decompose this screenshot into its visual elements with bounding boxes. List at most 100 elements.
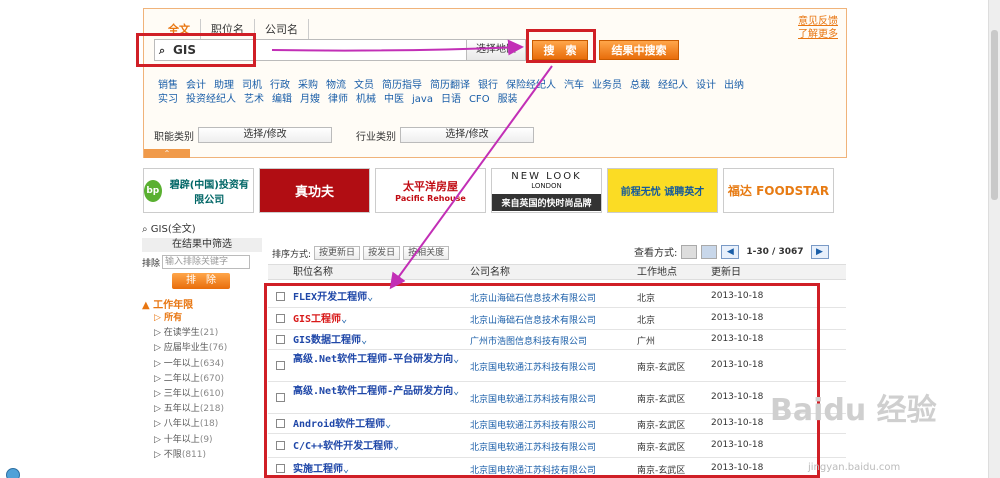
industry-category-select[interactable]: 选择/修改	[400, 127, 534, 143]
keyword-link[interactable]: 律师	[328, 94, 348, 105]
filter-option-label: 二年以上	[163, 373, 200, 384]
keyword-link[interactable]: 简历翻译	[430, 80, 470, 91]
filter-option-count: (634)	[199, 358, 225, 369]
filter-option[interactable]: ▷ 一年以上(634)	[142, 357, 262, 372]
keyword-link[interactable]: 物流	[326, 80, 346, 91]
query-text: GIS(全文)	[150, 224, 196, 235]
filter-arrow-icon: ▷	[154, 358, 164, 369]
grid-view-icon[interactable]	[681, 244, 698, 259]
scroll-thumb[interactable]	[991, 30, 998, 200]
filter-option-count: (610)	[199, 389, 225, 400]
exclude-label: 排除	[142, 258, 161, 269]
filter-option-count: (21)	[199, 328, 219, 339]
exclude-button[interactable]: 排 除	[172, 273, 230, 289]
filter-option[interactable]: ▷ 不限(811)	[142, 448, 262, 463]
keyword-link[interactable]: 业务员	[592, 80, 622, 91]
filter-option[interactable]: ▷ 八年以上(18)	[142, 417, 262, 432]
category-row: 职能类别 选择/修改 行业类别 选择/修改	[154, 127, 534, 143]
collapse-toggle[interactable]: ⌃	[144, 149, 190, 158]
keyword-link[interactable]: 简历指导	[382, 80, 422, 91]
keyword-link[interactable]: 文员	[354, 80, 374, 91]
sort-by-post-button[interactable]: 按发日	[363, 246, 401, 260]
keyword-link[interactable]: 中医	[384, 94, 404, 105]
feedback-link[interactable]: 意见反馈	[798, 15, 838, 28]
keyword-link[interactable]: 银行	[478, 80, 498, 91]
keyword-link[interactable]: 投资经纪人	[186, 94, 236, 105]
ad-banner-row: bp 碧辟(中国)投资有限公司 真功夫 太平洋房屋 Pacific Rehous…	[143, 168, 834, 213]
filter-arrow-icon: ▷	[154, 389, 164, 400]
bp-logo-icon: bp	[144, 179, 162, 202]
filter-option-count: (76)	[208, 343, 228, 354]
filter-option[interactable]: ▷ 二年以上(670)	[142, 372, 262, 387]
keyword-link[interactable]: 汽车	[564, 80, 584, 91]
keyword-link[interactable]: 经纪人	[658, 80, 688, 91]
keyword-link[interactable]: 实习	[158, 94, 178, 105]
exclude-input[interactable]: 输入排除关键字	[162, 255, 251, 269]
keyword-link[interactable]: 采购	[298, 80, 318, 91]
sort-bar: 排序方式: 按更新日 按发日 按相关度	[272, 246, 450, 260]
keyword-link[interactable]: 司机	[242, 80, 262, 91]
vertical-scrollbar[interactable]	[988, 0, 1000, 478]
sort-by-update-button[interactable]: 按更新日	[314, 246, 361, 260]
filter-arrow-icon: ▷	[154, 343, 164, 354]
ad-newlook-sub: LONDON	[531, 181, 562, 190]
keyword-link[interactable]: java	[412, 94, 433, 105]
keyword-link[interactable]: 保险经纪人	[506, 80, 556, 91]
filter-arrow-icon: ▷	[154, 434, 164, 445]
ad-bp[interactable]: bp 碧辟(中国)投资有限公司	[143, 168, 254, 213]
filter-option[interactable]: ▷ 十年以上(9)	[142, 433, 262, 448]
learn-more-link[interactable]: 了解更多	[798, 28, 838, 41]
filter-option-label: 不限	[163, 449, 182, 460]
filter-option[interactable]: ▷ 应届毕业生(76)	[142, 341, 262, 356]
next-page-button[interactable]: ▶	[810, 244, 829, 259]
job-category-select[interactable]: 选择/修改	[198, 127, 332, 143]
filter-section-title[interactable]: ▲ 工作年限	[142, 296, 262, 311]
keyword-link[interactable]: 编辑	[272, 94, 292, 105]
prev-page-button[interactable]: ◀	[721, 244, 740, 259]
filter-option[interactable]: ▷ 所有	[142, 311, 262, 326]
keyword-link[interactable]: CFO	[469, 94, 490, 105]
ad-bp-text: 碧辟(中国)投资有限公司	[169, 179, 249, 206]
keyword-link[interactable]: 出纳	[724, 80, 744, 91]
filter-option-count: (218)	[199, 404, 225, 415]
search-in-results-button[interactable]: 结果中搜索	[599, 40, 679, 60]
results-table-header: 职位名称 公司名称 工作地点 更新日	[268, 264, 846, 280]
keyword-link[interactable]: 总裁	[630, 80, 650, 91]
ad-kungfu[interactable]: 真功夫	[259, 168, 370, 213]
highlight-search-button	[526, 29, 596, 63]
filter-option[interactable]: ▷ 三年以上(610)	[142, 387, 262, 402]
keyword-link[interactable]: 行政	[270, 80, 290, 91]
ad-newlook-title: NEW LOOK	[511, 170, 582, 182]
ad-foodstar[interactable]: 福达 FOODSTAR	[723, 168, 834, 213]
keyword-link[interactable]: 设计	[696, 80, 716, 91]
ad-pacific-en: Pacific Rehouse	[395, 194, 466, 203]
ad-newlook[interactable]: NEW LOOK LONDON 来自英国的快时尚品牌	[491, 168, 602, 213]
keyword-link[interactable]: 机械	[356, 94, 376, 105]
col-location: 工作地点	[637, 267, 677, 278]
taskbar-app-icon[interactable]	[6, 468, 20, 478]
ad-51job[interactable]: 前程无忧 诚聘英才	[607, 168, 718, 213]
filter-option-label: 所有	[164, 313, 183, 323]
ad-pacific[interactable]: 太平洋房屋 Pacific Rehouse	[375, 168, 486, 213]
hot-keywords: 销售 会计 助理 司机 行政 采购 物流 文员 简历指导 简历翻译 银行 保险经纪人 汽车 业务员 总裁 经纪…	[158, 79, 778, 107]
exclude-row: 排除 输入排除关键字	[142, 255, 262, 269]
keyword-link[interactable]: 服装	[498, 94, 518, 105]
list-view-icon[interactable]	[701, 244, 718, 259]
keyword-link[interactable]: 会计	[186, 80, 206, 91]
sort-by-relevance-button[interactable]: 按相关度	[403, 246, 450, 260]
keyword-link[interactable]: 助理	[214, 80, 234, 91]
side-links: 意见反馈 了解更多	[798, 15, 838, 41]
select-area-button[interactable]: 选择地区	[466, 39, 526, 61]
keyword-link[interactable]: 日语	[441, 94, 461, 105]
keyword-link[interactable]: 销售	[158, 80, 178, 91]
filter-option[interactable]: ▷ 在读学生(21)	[142, 326, 262, 341]
filter-option-label: 十年以上	[163, 434, 200, 445]
filter-header: 在结果中筛选	[142, 238, 262, 252]
ad-pacific-cn: 太平洋房屋	[403, 180, 458, 193]
filter-option[interactable]: ▷ 五年以上(218)	[142, 402, 262, 417]
keyword-link[interactable]: 艺术	[244, 94, 264, 105]
filter-option-label: 八年以上	[163, 419, 200, 430]
keyword-link[interactable]: 月嫂	[300, 94, 320, 105]
filter-panel: 在结果中筛选 排除 输入排除关键字 排 除 ▲ 工作年限 ▷ 所有 ▷ 在读学生(…	[142, 238, 262, 478]
tab-company[interactable]: 公司名	[255, 19, 309, 41]
